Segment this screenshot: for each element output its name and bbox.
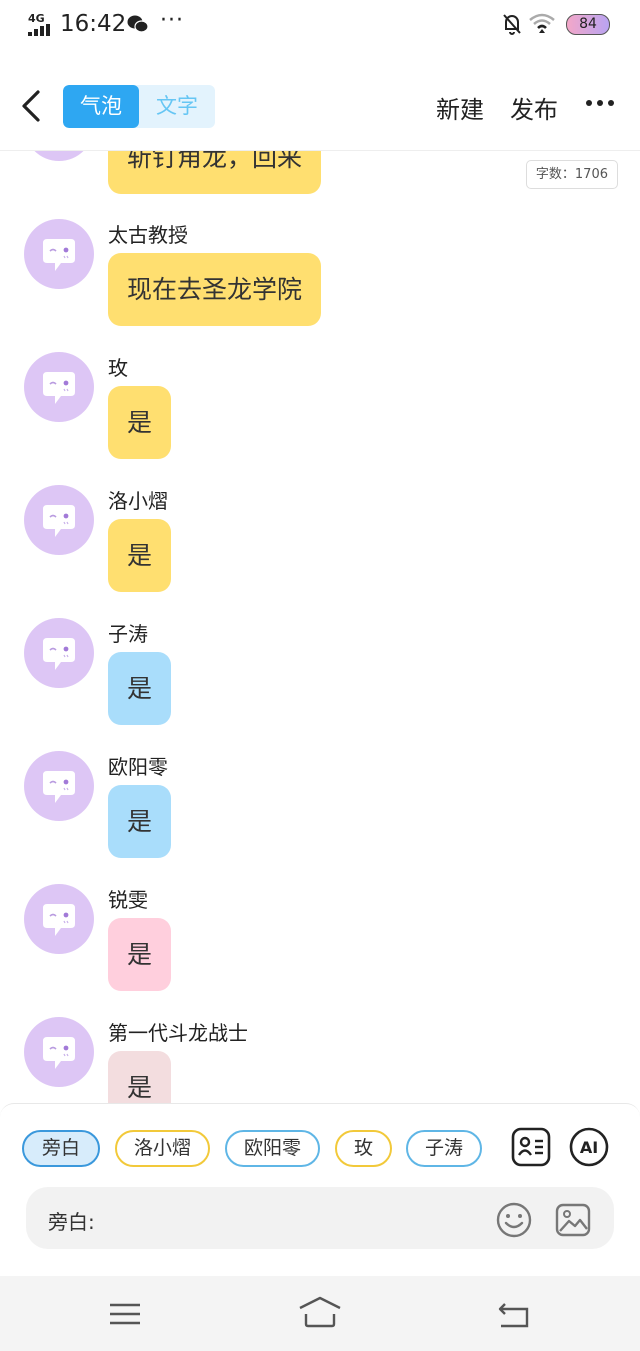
message-bubble[interactable]: 是 <box>108 918 172 991</box>
speaker-name: 子涛 <box>108 622 148 646</box>
more-notifications-icon: ··· <box>160 8 184 33</box>
bubble-face-icon <box>43 372 75 404</box>
bubble-face-icon <box>43 638 75 670</box>
avatar[interactable] <box>24 219 94 289</box>
ai-button-icon[interactable]: AI <box>569 1127 609 1167</box>
bubble-face-icon <box>43 1037 75 1069</box>
message-input[interactable]: 旁白: <box>26 1187 614 1249</box>
message-bubble[interactable]: 斩钉角龙，回来 <box>108 151 322 194</box>
role-chip[interactable]: 洛小熠 <box>115 1130 210 1167</box>
emoji-icon[interactable] <box>495 1201 533 1239</box>
back-nav-icon[interactable] <box>497 1300 531 1328</box>
wifi-icon <box>529 13 555 33</box>
speaker-name: 欧阳零 <box>108 755 168 779</box>
bubble-face-icon <box>43 904 75 936</box>
message-bubble[interactable]: 是 <box>108 519 172 592</box>
back-arrow-icon[interactable] <box>18 88 48 124</box>
message-bubble[interactable]: 是 <box>108 1051 172 1103</box>
tab-bubble[interactable]: 气泡 <box>63 85 139 128</box>
message-bubble[interactable]: 现在去圣龙学院 <box>108 253 322 326</box>
avatar[interactable] <box>24 884 94 954</box>
input-role-label: 旁白: <box>48 1210 95 1234</box>
top-bar: 气泡 文字 新建 发布 <box>0 50 640 151</box>
message-bubble[interactable]: 是 <box>108 652 172 725</box>
avatar[interactable] <box>24 618 94 688</box>
avatar[interactable] <box>24 485 94 555</box>
avatar[interactable] <box>24 1017 94 1087</box>
tab-text[interactable]: 文字 <box>139 85 215 128</box>
speaker-name: 玫 <box>108 356 128 380</box>
character-card-icon[interactable] <box>511 1127 551 1167</box>
avatar[interactable] <box>24 151 94 161</box>
role-chip[interactable]: 欧阳零 <box>225 1130 320 1167</box>
mode-toggle: 气泡 文字 <box>63 85 215 128</box>
status-bar: 4G 16:42 ··· 84 <box>0 0 640 50</box>
chat-list[interactable]: 字数：1706 斩钉角龙，回来 太古教授 现在去圣龙学院玫是洛小熠是子涛是欧阳零是… <box>0 151 640 1103</box>
new-button[interactable]: 新建 <box>436 90 484 125</box>
more-options-icon[interactable] <box>586 100 614 110</box>
compose-panel: 旁白 洛小熠 欧阳零玫子涛 AI 旁白: <box>0 1103 640 1277</box>
speaker-name: 洛小熠 <box>108 489 168 513</box>
bubble-face-icon <box>43 771 75 803</box>
battery-indicator: 84 <box>566 14 610 35</box>
role-chip[interactable]: 旁白 <box>22 1130 100 1167</box>
speaker-name: 太古教授 <box>108 223 188 247</box>
bubble-face-icon <box>43 505 75 537</box>
speaker-name: 锐雯 <box>108 888 148 912</box>
signal-icon <box>28 24 54 36</box>
avatar[interactable] <box>24 751 94 821</box>
avatar[interactable] <box>24 352 94 422</box>
publish-button[interactable]: 发布 <box>510 90 558 125</box>
system-nav-bar <box>0 1276 640 1351</box>
ai-label: AI <box>580 1138 598 1157</box>
wechat-icon <box>127 15 149 33</box>
home-icon[interactable] <box>298 1296 342 1328</box>
clock: 16:42 <box>60 11 127 37</box>
image-icon[interactable] <box>554 1201 592 1239</box>
menu-icon[interactable] <box>109 1303 141 1325</box>
message-bubble[interactable]: 是 <box>108 785 172 858</box>
bell-off-icon <box>503 14 521 35</box>
speaker-name: 第一代斗龙战士 <box>108 1021 248 1045</box>
word-count: 字数：1706 <box>525 160 618 189</box>
role-chip[interactable]: 子涛 <box>406 1130 482 1167</box>
message-bubble[interactable]: 是 <box>108 386 172 459</box>
bubble-face-icon <box>43 239 75 271</box>
role-chip[interactable]: 玫 <box>335 1130 392 1167</box>
